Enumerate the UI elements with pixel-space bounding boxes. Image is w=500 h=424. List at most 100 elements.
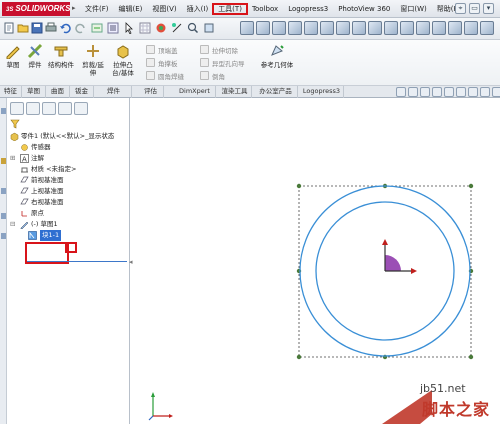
menu-tools[interactable]: 工具(T) xyxy=(212,3,248,15)
tab-logopress[interactable]: Logopress3 xyxy=(300,86,344,98)
filter-icon[interactable] xyxy=(10,119,20,129)
expand-icon[interactable]: ⊞ xyxy=(10,153,15,164)
tree-item-sketch[interactable]: ⊟ (-) 草图1 xyxy=(10,219,130,230)
undo-icon[interactable] xyxy=(59,22,71,34)
handle-point[interactable] xyxy=(296,183,302,189)
grid-snap-icon[interactable] xyxy=(139,22,151,34)
tab-evaluate[interactable]: 评估 xyxy=(138,86,164,98)
reference-geometry-icon xyxy=(271,45,284,56)
view-right-icon[interactable] xyxy=(288,21,302,35)
graphics-area[interactable] xyxy=(131,98,500,424)
document-icon[interactable]: ▭ xyxy=(469,3,480,14)
zoom-fit-icon[interactable] xyxy=(187,22,199,34)
tab-sheet-metal[interactable]: 钣金 xyxy=(70,86,94,98)
tree-item-sensors[interactable]: 传感器 xyxy=(10,142,130,153)
tree-item-material[interactable]: 材质 <未指定> xyxy=(10,164,130,175)
options-icon[interactable] xyxy=(107,22,119,34)
tab-sketch[interactable]: 草图 xyxy=(22,86,46,98)
appearance-icon[interactable] xyxy=(155,22,167,34)
menu-photoview[interactable]: PhotoView 360 xyxy=(333,5,395,13)
handle-point[interactable] xyxy=(468,354,474,360)
tab-office-products[interactable]: 办公室产品 xyxy=(254,86,298,98)
structural-member-button[interactable]: 结构构件 xyxy=(48,43,74,69)
rebuild-traffic-icon[interactable] xyxy=(171,22,183,34)
tab-features[interactable]: 特征 xyxy=(0,86,22,98)
pin-icon[interactable]: ⌖ xyxy=(455,3,466,14)
menu-expand-icon[interactable]: ▸ xyxy=(72,4,76,12)
view-orientation-icon[interactable] xyxy=(464,21,478,35)
open-file-icon[interactable] xyxy=(17,22,29,34)
menu-toolbox[interactable]: Toolbox xyxy=(247,5,283,13)
tree-item-annotations[interactable]: ⊞ A 注解 xyxy=(10,153,130,164)
chevron-down-icon[interactable]: ▾ xyxy=(483,3,494,14)
view-iso-icon[interactable] xyxy=(336,21,350,35)
tree-item-top-plane[interactable]: 上视基准面 xyxy=(10,186,130,197)
collapse-icon[interactable]: ⊟ xyxy=(10,219,15,230)
edit-appearance-icon[interactable] xyxy=(480,87,490,97)
handle-point[interactable] xyxy=(468,183,474,189)
view-more-icon[interactable] xyxy=(480,21,494,35)
rebuild-icon[interactable] xyxy=(91,22,103,34)
print-icon[interactable] xyxy=(45,22,57,34)
view-orientation-hud-icon[interactable] xyxy=(444,87,454,97)
menu-file[interactable]: 文件(F) xyxy=(80,4,114,14)
handle-point[interactable] xyxy=(296,354,302,360)
model-canvas[interactable] xyxy=(131,98,500,424)
menu-edit[interactable]: 编辑(E) xyxy=(114,4,148,14)
tab-render-tools[interactable]: 渲染工具 xyxy=(218,86,252,98)
view-two-icon[interactable] xyxy=(416,21,430,35)
view-left-icon[interactable] xyxy=(272,21,286,35)
menu-insert[interactable]: 插入(I) xyxy=(182,4,214,14)
view-top-icon[interactable] xyxy=(304,21,318,35)
menu-window[interactable]: 窗口(W) xyxy=(395,4,431,14)
section-view-icon[interactable] xyxy=(203,22,215,34)
view-trimetric-icon[interactable] xyxy=(352,21,366,35)
view-back-icon[interactable] xyxy=(256,21,270,35)
gusset-button[interactable]: 角撑板 xyxy=(146,56,184,69)
previous-view-icon[interactable] xyxy=(420,87,430,97)
panel-collapse-icon[interactable]: ◂ xyxy=(129,258,133,268)
trim-extend-button[interactable]: 剪裁/延伸 xyxy=(80,43,106,77)
property-manager-tab-icon[interactable] xyxy=(26,102,40,115)
zoom-area-icon[interactable] xyxy=(408,87,418,97)
view-four-icon[interactable] xyxy=(432,21,446,35)
save-icon[interactable] xyxy=(31,22,43,34)
select-arrow-icon[interactable] xyxy=(123,22,135,34)
tab-dimxpert[interactable]: DimXpert xyxy=(174,86,216,98)
configuration-manager-tab-icon[interactable] xyxy=(42,102,56,115)
redo-icon[interactable] xyxy=(75,22,87,34)
zoom-to-fit-icon[interactable] xyxy=(396,87,406,97)
tree-item-right-plane[interactable]: 右视基准面 xyxy=(10,197,130,208)
menu-logopress[interactable]: Logopress3 xyxy=(283,5,333,13)
dimxpert-manager-tab-icon[interactable] xyxy=(58,102,72,115)
hole-wizard-button[interactable]: 异型孔向导 xyxy=(200,56,245,69)
extruded-boss-button[interactable]: 拉伸凸台/基体 xyxy=(110,43,136,77)
end-cap-button[interactable]: 顶端盖 xyxy=(146,43,184,56)
fillet-bead-button[interactable]: 圆角焊缝 xyxy=(146,69,184,82)
tab-surfaces[interactable]: 曲面 xyxy=(46,86,70,98)
weldment-button[interactable]: 焊件 xyxy=(22,43,48,69)
display-style-icon[interactable] xyxy=(456,87,466,97)
view-link-icon[interactable] xyxy=(448,21,462,35)
extruded-cut-button[interactable]: 拉伸切除 xyxy=(200,43,245,56)
scene-icon[interactable] xyxy=(492,87,500,97)
menu-view[interactable]: 视图(V) xyxy=(147,4,181,14)
tree-item-block[interactable]: 块1-1 xyxy=(10,230,130,241)
view-normal-to-icon[interactable] xyxy=(384,21,398,35)
tree-item-part[interactable]: 零件1 (默认<<默认>_显示状态 xyxy=(10,131,130,142)
hide-show-icon[interactable] xyxy=(468,87,478,97)
new-file-icon[interactable] xyxy=(3,22,15,34)
tab-weldments[interactable]: 焊件 xyxy=(96,86,132,98)
section-icon[interactable] xyxy=(432,87,442,97)
chamfer-button[interactable]: 倒角 xyxy=(200,69,245,82)
view-bottom-icon[interactable] xyxy=(320,21,334,35)
view-single-icon[interactable] xyxy=(400,21,414,35)
tree-item-origin[interactable]: 原点 xyxy=(10,208,130,219)
feature-manager-tab-icon[interactable] xyxy=(10,102,24,115)
tree-item-front-plane[interactable]: 前视基准面 xyxy=(10,175,130,186)
display-manager-tab-icon[interactable] xyxy=(74,102,88,115)
view-dimetric-icon[interactable] xyxy=(368,21,382,35)
view-front-icon[interactable] xyxy=(240,21,254,35)
reference-geometry-button[interactable]: 参考几何体 xyxy=(260,43,294,69)
solidworks-logo[interactable]: 3S SOLIDWORKS xyxy=(2,2,70,16)
